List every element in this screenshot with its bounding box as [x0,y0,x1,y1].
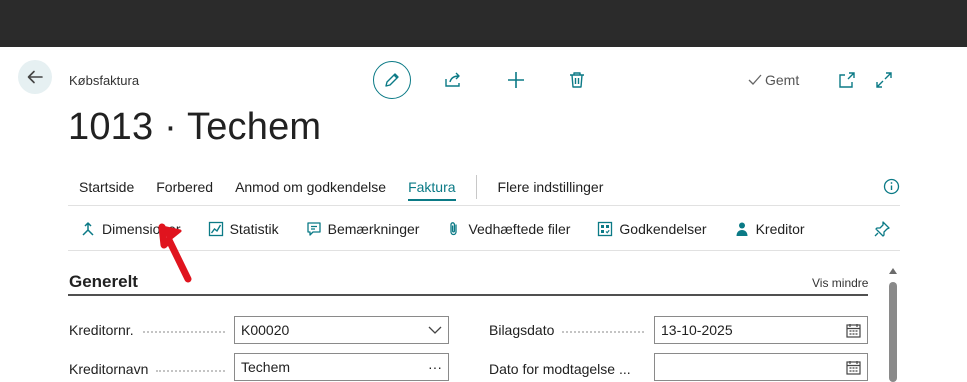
tab-flere-indstillinger[interactable]: Flere indstillinger [487,170,615,204]
vendor-name-value: Techem [241,359,291,375]
vertical-scrollbar[interactable] [886,266,900,382]
received-date-label: Dato for modtagelse ... [489,361,631,377]
tab-anmod-om-godkendelse[interactable]: Anmod om godkendelse [224,170,397,204]
open-new-window-button[interactable] [837,70,857,90]
share-button[interactable] [443,70,463,90]
share-icon [445,72,460,87]
top-bar [0,0,967,47]
pin-action-bar-button[interactable] [873,220,891,243]
chevron-down-icon[interactable] [428,325,442,335]
vendor-name-field[interactable]: Techem ··· [234,353,449,381]
document-date-value: 13-10-2025 [661,322,733,338]
red-annotation-arrow [158,223,192,283]
checkmark-icon [748,74,762,85]
tab-separator [475,175,477,199]
scroll-up-arrow[interactable] [889,268,897,274]
action-tabs: Startside Forbered Anmod om godkendelse … [68,170,900,204]
vendor-no-leader-dots [143,331,225,333]
calendar-icon[interactable] [846,360,861,375]
vendor-name-leader-dots [156,370,225,372]
tab-forbered[interactable]: Forbered [145,170,224,204]
statistics-label: Statistik [229,221,279,237]
page-title: 1013 · Techem [68,106,322,148]
tab-startside[interactable]: Startside [68,170,145,204]
show-less-link[interactable]: Vis mindre [812,276,868,290]
tab-faktura[interactable]: Faktura [397,170,466,204]
trash-icon [570,72,584,88]
expand-icon [876,72,892,88]
vendor-name-label: Kreditornavn [69,361,149,377]
back-button[interactable] [18,60,52,94]
comments-label: Bemærkninger [327,221,420,237]
approvals-label: Godkendelser [619,221,707,237]
new-button[interactable] [506,70,526,90]
saved-label: Gemt [765,72,800,88]
approvals-action[interactable]: Godkendelser [597,221,707,237]
document-date-leader-dots [562,331,644,333]
delete-button[interactable] [567,70,587,90]
section-rule [68,294,868,296]
vendor-label: Kreditor [755,221,805,237]
breadcrumb: Købsfaktura [69,73,140,88]
statistics-icon [208,221,224,237]
comments-icon [306,221,322,237]
approvals-icon [597,221,613,237]
comments-action[interactable]: Bemærkninger [306,221,420,237]
statistics-action[interactable]: Statistik [208,221,279,237]
paperclip-icon [446,221,462,237]
edit-button[interactable] [373,61,411,99]
scroll-thumb[interactable] [889,282,897,382]
document-date-field[interactable]: 13-10-2025 [654,316,868,344]
expand-button[interactable] [874,70,894,90]
section-title-generelt: Generelt [69,272,138,291]
saved-status: Gemt [748,72,799,88]
info-icon [883,178,900,195]
attachments-action[interactable]: Vedhæftede filer [446,221,570,237]
vendor-no-value: K00020 [241,322,290,338]
pin-icon [874,221,890,237]
pencil-icon [385,73,399,87]
document-date-label: Bilagsdato [489,322,555,338]
attachments-label: Vedhæftede filer [468,221,571,237]
tabs-divider [68,205,900,206]
person-icon [734,221,750,237]
dimensions-icon [80,221,96,237]
plus-icon [508,72,524,88]
vendor-no-label: Kreditornr. [69,322,134,338]
vendor-no-field[interactable]: K00020 [234,316,449,344]
vendor-action[interactable]: Kreditor [734,221,805,237]
info-button[interactable] [883,178,900,200]
received-date-field[interactable] [654,353,868,381]
arrow-left-icon [27,70,43,84]
calendar-icon[interactable] [846,323,861,338]
open-in-new-window-icon [839,72,855,88]
more-options-ellipsis[interactable]: ··· [428,359,442,375]
